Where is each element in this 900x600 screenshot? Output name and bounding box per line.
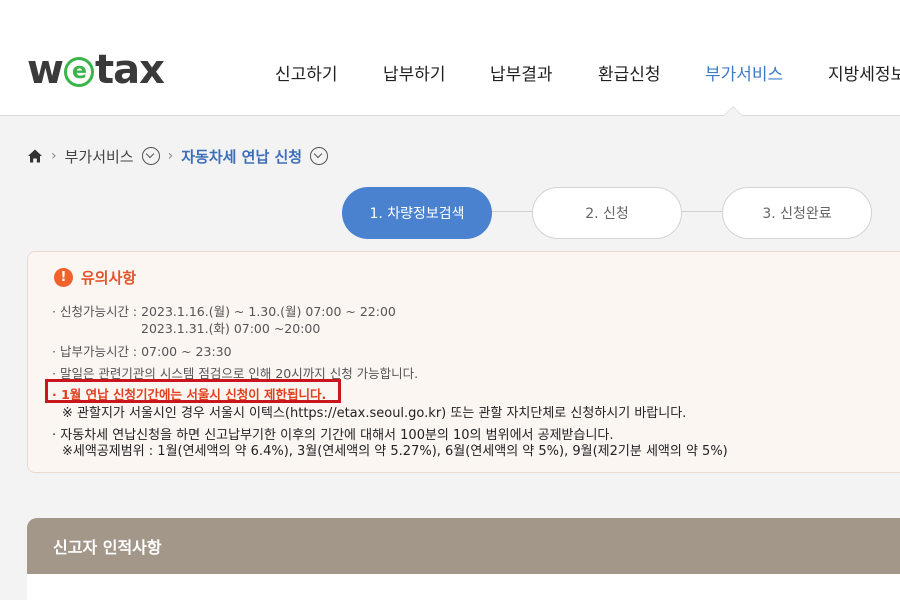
panel-title: 신고자 인적사항: [27, 518, 900, 574]
nav-item-refund[interactable]: 환급신청: [598, 60, 661, 85]
main-nav: 신고하기 납부하기 납부결과 환급신청 부가서비스 지방세정보: [0, 60, 900, 90]
breadcrumb-level1[interactable]: 부가서비스: [65, 146, 134, 167]
chevron-right-icon: ›: [51, 148, 57, 164]
chevron-down-circle-icon[interactable]: [310, 147, 329, 165]
nav-item-report[interactable]: 신고하기: [275, 60, 338, 85]
alert-icon: !: [54, 268, 73, 287]
chevron-right-icon: ›: [167, 148, 174, 164]
home-icon[interactable]: [27, 148, 43, 164]
notice-title: ! 유의사항: [54, 267, 136, 288]
notice-title-text: 유의사항: [81, 269, 137, 287]
step-apply: 2. 신청: [532, 187, 682, 239]
breadcrumb-current[interactable]: 자동차세 연납 신청: [181, 146, 302, 167]
reporter-info-panel: 신고자 인적사항: [27, 518, 900, 600]
notice-line: ※ 관할지가 서울시인 경우 서울시 이텍스(https://etax.seou…: [62, 406, 687, 421]
breadcrumb: › 부가서비스 › 자동차세 연납 신청: [27, 145, 329, 167]
chevron-down-circle-icon[interactable]: [141, 147, 160, 165]
page: w e tax 신고하기 납부하기 납부결과 환급신청 부가서비스 지방세정보 › …: [0, 0, 900, 600]
notice-line: · 납부가능시간 : 07:00 ~ 23:30: [52, 344, 232, 359]
highlight-box: [45, 379, 341, 403]
notice-box: ! 유의사항 · 신청가능시간 : 2023.1.16.(월) ~ 1.30.(…: [27, 251, 900, 473]
site-header: w e tax 신고하기 납부하기 납부결과 환급신청 부가서비스 지방세정보: [0, 0, 900, 116]
nav-item-pay-result[interactable]: 납부결과: [490, 60, 553, 85]
nav-item-extra-services[interactable]: 부가서비스: [705, 60, 783, 85]
step-vehicle-search: 1. 차량정보검색: [342, 187, 492, 239]
nav-item-pay[interactable]: 납부하기: [383, 60, 446, 85]
notice-line: 2023.1.31.(화) 07:00 ~20:00: [141, 321, 321, 336]
nav-item-local-tax-info[interactable]: 지방세정보: [828, 60, 900, 85]
notice-line: ※세액공제범위 : 1월(연세액의 약 6.4%), 3월(연세액의 약 5.2…: [62, 444, 728, 459]
step-complete: 3. 신청완료: [722, 187, 872, 239]
